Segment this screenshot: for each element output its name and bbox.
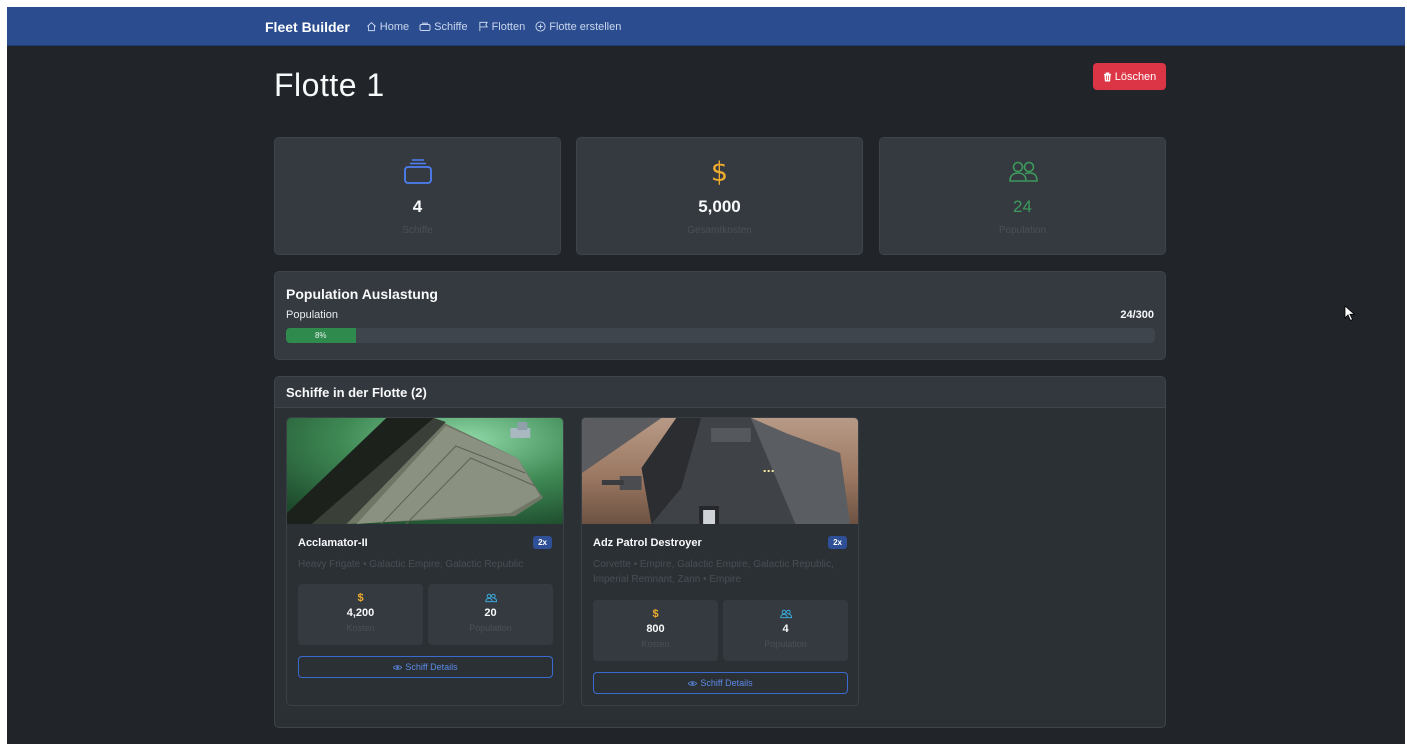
stat-ships-label: Schiffe xyxy=(402,225,433,236)
people-icon xyxy=(484,593,497,603)
nav-create-fleet[interactable]: Flotte erstellen xyxy=(535,21,621,33)
ship-description: Heavy Frigate • Galactic Empire, Galacti… xyxy=(298,559,524,570)
flag-icon xyxy=(478,21,488,32)
dollar-icon: $ xyxy=(710,156,729,188)
stat-card-cost: $ 5,000 Gesamtkosten xyxy=(576,137,863,255)
ship-name: Acclamator-II xyxy=(298,537,368,549)
nav-fleets-label: Flotten xyxy=(491,20,526,33)
stat-ships-value: 4 xyxy=(412,197,423,216)
stat-cost-value: 5,000 xyxy=(698,197,741,216)
people-icon xyxy=(779,609,792,619)
dollar-icon: $ xyxy=(652,608,659,620)
ship-description: Corvette • Empire, Galactic Empire, Gala… xyxy=(593,559,834,585)
population-progress-fill: 8% xyxy=(286,328,356,343)
nav-ships[interactable]: Schiffe xyxy=(419,20,468,33)
stat-population-label: Population xyxy=(998,225,1047,236)
ship-population-box: 20 Population xyxy=(428,584,553,645)
population-progress-bar: 8% xyxy=(286,328,1155,343)
ship-count-badge: 2x xyxy=(533,536,552,549)
dollar-icon: $ xyxy=(357,592,364,604)
ship-details-label: Schiff Details xyxy=(700,678,753,688)
nav-home[interactable]: Home xyxy=(366,21,409,33)
ship-stack-icon xyxy=(403,159,432,184)
trash-icon xyxy=(1103,72,1111,81)
stat-cost-label: Gesamtkosten xyxy=(687,225,752,236)
page-title: Flotte 1 xyxy=(274,67,385,103)
ship-card-adz-patrol: Adz Patrol Destroyer 2x Corvette • Empir… xyxy=(581,417,859,706)
nav-ships-label: Schiffe xyxy=(434,20,468,33)
ship-details-label: Schiff Details xyxy=(405,662,458,672)
ship-count-badge: 2x xyxy=(828,536,847,549)
population-count: 24/300 xyxy=(1120,309,1154,321)
ship-population-label: Population xyxy=(469,623,512,633)
eye-icon xyxy=(393,664,403,670)
fleet-ships-card: Schiffe in der Flotte (2) Acclamator-II … xyxy=(274,376,1166,728)
ship-population-label: Population xyxy=(764,639,807,649)
ship-cost-value: 800 xyxy=(646,623,665,635)
ship-name: Adz Patrol Destroyer xyxy=(593,537,702,549)
stat-card-population: 24 Population xyxy=(879,137,1166,255)
ship-image-acclamator[interactable] xyxy=(287,418,563,524)
ship-image-adz-patrol[interactable] xyxy=(582,418,858,524)
stat-card-ships: 4 Schiffe xyxy=(274,137,561,255)
nav-create-fleet-label: Flotte erstellen xyxy=(549,20,622,33)
ship-population-value: 4 xyxy=(782,623,789,635)
ship-population-value: 20 xyxy=(484,607,497,619)
plus-circle-icon xyxy=(535,21,546,32)
people-icon xyxy=(1008,161,1038,182)
nav-fleets[interactable]: Flotten xyxy=(478,20,526,33)
navbar: Fleet Builder Home Schiffe Flotten Flott… xyxy=(7,7,1405,46)
nav-home-label: Home xyxy=(379,20,410,33)
ship-cost-box: $ 4,200 Kosten xyxy=(298,584,423,645)
delete-button[interactable]: Löschen xyxy=(1093,63,1166,90)
ship-cost-value: 4,200 xyxy=(346,607,375,619)
ship-cost-label: Kosten xyxy=(346,623,375,633)
ship-cost-label: Kosten xyxy=(641,639,670,649)
stat-population-value: 24 xyxy=(1013,197,1032,216)
ship-population-box: 4 Population xyxy=(723,600,848,661)
ship-card-acclamator: Acclamator-II 2x Heavy Frigate • Galacti… xyxy=(286,417,564,706)
population-label: Population xyxy=(286,309,338,321)
mouse-cursor-icon xyxy=(1344,305,1356,322)
fleet-ships-title: Schiffe in der Flotte (2) xyxy=(275,377,1165,408)
delete-button-label: Löschen xyxy=(1114,70,1157,83)
ship-details-button[interactable]: Schiff Details xyxy=(593,672,848,694)
population-card: Population Auslastung Population 24/300 … xyxy=(274,271,1166,360)
ship-details-button[interactable]: Schiff Details xyxy=(298,656,553,678)
house-icon xyxy=(366,22,376,32)
brand-link[interactable]: Fleet Builder xyxy=(265,19,350,35)
app-viewport: Fleet Builder Home Schiffe Flotten Flott… xyxy=(7,7,1405,744)
ship-cost-box: $ 800 Kosten xyxy=(593,600,718,661)
population-title: Population Auslastung xyxy=(286,286,438,302)
ship-icon xyxy=(419,22,431,31)
eye-icon xyxy=(688,680,698,686)
